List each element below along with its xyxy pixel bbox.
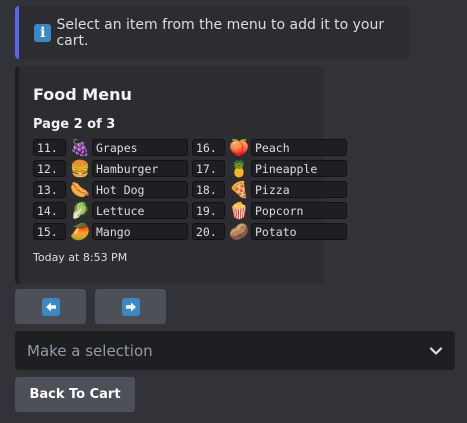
item-number: 19. xyxy=(192,202,225,219)
item-number: 16. xyxy=(192,139,225,156)
menu-item: 13. 🌭 Hot Dog xyxy=(33,179,192,200)
menu-item: 11. 🍇 Grapes xyxy=(33,137,192,158)
page-indicator: Page 2 of 3 xyxy=(33,117,116,132)
menu-item: 12. 🍔 Hamburger xyxy=(33,158,192,179)
item-number: 11. xyxy=(33,139,66,156)
back-to-cart-button[interactable]: Back To Cart xyxy=(15,377,135,412)
embed-timestamp: Today at 8:53 PM xyxy=(33,251,128,264)
item-number: 14. xyxy=(33,202,66,219)
info-icon: i xyxy=(34,23,52,42)
next-page-button[interactable] xyxy=(95,289,166,324)
potato-icon: 🥔 xyxy=(229,222,249,241)
menu-items: 11. 🍇 Grapes 16. 🍑 Peach 12. 🍔 Hamburger… xyxy=(33,137,351,242)
hot-dog-icon: 🌭 xyxy=(70,180,90,199)
menu-item: 19. 🍿 Popcorn xyxy=(192,200,351,221)
menu-item: 16. 🍑 Peach xyxy=(192,137,351,158)
item-name: Lettuce xyxy=(92,202,188,219)
item-name: Pizza xyxy=(251,181,347,198)
item-select-dropdown[interactable]: Make a selection xyxy=(15,331,455,370)
menu-item: 18. 🍕 Pizza xyxy=(192,179,351,200)
arrow-right-icon xyxy=(121,297,140,316)
item-number: 13. xyxy=(33,181,66,198)
chevron-down-icon xyxy=(429,341,443,360)
menu-item: 15. 🥭 Mango xyxy=(33,221,192,242)
menu-item: 14. 🥬 Lettuce xyxy=(33,200,192,221)
item-number: 18. xyxy=(192,181,225,198)
item-name: Grapes xyxy=(92,139,188,156)
select-placeholder: Make a selection xyxy=(27,341,153,360)
item-number: 12. xyxy=(33,160,66,177)
mango-icon: 🥭 xyxy=(70,222,90,241)
food-menu-embed: Food Menu Page 2 of 3 11. 🍇 Grapes 16. 🍑… xyxy=(15,66,347,284)
item-number: 17. xyxy=(192,160,225,177)
peach-icon: 🍑 xyxy=(229,138,249,157)
item-name: Peach xyxy=(251,139,347,156)
arrow-left-icon xyxy=(41,297,60,316)
info-text: Select an item from the menu to add it t… xyxy=(56,16,385,49)
item-name: Mango xyxy=(92,223,188,240)
item-name: Popcorn xyxy=(251,202,347,219)
menu-item: 17. 🍍 Pineapple xyxy=(192,158,351,179)
pineapple-icon: 🍍 xyxy=(229,159,249,178)
previous-page-button[interactable] xyxy=(15,289,86,324)
hamburger-icon: 🍔 xyxy=(70,159,90,178)
item-number: 15. xyxy=(33,223,66,240)
item-number: 20. xyxy=(192,223,225,240)
info-banner: i Select an item from the menu to add it… xyxy=(15,6,410,59)
item-name: Hot Dog xyxy=(92,181,188,198)
grapes-icon: 🍇 xyxy=(70,138,90,157)
menu-item: 20. 🥔 Potato xyxy=(192,221,351,242)
item-name: Potato xyxy=(251,223,347,240)
pizza-icon: 🍕 xyxy=(229,180,249,199)
embed-title: Food Menu xyxy=(33,85,132,104)
popcorn-icon: 🍿 xyxy=(229,201,249,220)
item-name: Pineapple xyxy=(251,160,347,177)
lettuce-icon: 🥬 xyxy=(70,201,90,220)
item-name: Hamburger xyxy=(92,160,188,177)
